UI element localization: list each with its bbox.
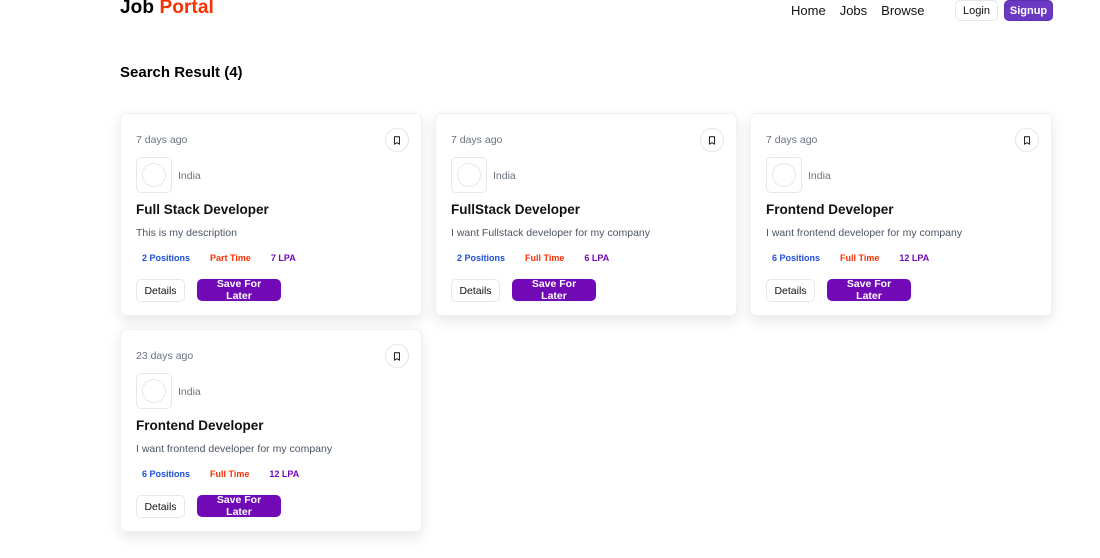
salary-badge: 7 LPA [270,253,296,263]
job-description: I want frontend developer for my company [766,227,963,239]
job-location: India [178,170,201,182]
positions-badge: 6 Positions [772,253,821,263]
company-avatar [142,379,166,403]
company-logo[interactable] [766,157,802,193]
bookmark-icon [1024,135,1030,145]
job-location: India [178,386,201,398]
bookmark-button[interactable] [700,128,724,152]
logo-main: Job [120,0,160,18]
positions-badge: 2 Positions [457,253,506,263]
bookmark-button[interactable] [385,344,409,368]
job-description: I want frontend developer for my company [136,443,333,455]
nav-links: Home Jobs Browse [791,3,925,18]
salary-badge: 6 LPA [584,253,610,263]
page-title: Search Result (4) [120,64,243,81]
job-location: India [493,170,516,182]
job-badges: 2 Positions Part Time 7 LPA [136,253,302,263]
job-description: I want Fullstack developer for my compan… [451,227,650,239]
salary-badge: 12 LPA [899,253,930,263]
positions-badge: 2 Positions [142,253,191,263]
nav-link-jobs[interactable]: Jobs [840,3,867,18]
positions-badge: 6 Positions [142,469,191,479]
save-for-later-button[interactable]: Save For Later [197,278,281,302]
company-logo[interactable] [136,157,172,193]
posted-time: 7 days ago [136,134,188,146]
company-avatar [142,163,166,187]
bookmark-icon [709,135,715,145]
job-card[interactable]: 7 days ago India Frontend Developer I wa… [750,113,1052,316]
bookmark-icon [394,135,400,145]
job-badges: 2 Positions Full Time 6 LPA [451,253,615,263]
bookmark-button[interactable] [1015,128,1039,152]
bookmark-icon [394,351,400,361]
job-badges: 6 Positions Full Time 12 LPA [766,253,935,263]
posted-time: 23 days ago [136,350,194,362]
job-description: This is my description [136,227,237,239]
job-card[interactable]: 7 days ago India Full Stack Developer Th… [120,113,422,316]
logo-accent: Portal [159,0,214,18]
job-card[interactable]: 23 days ago India Frontend Developer I w… [120,329,422,532]
login-button[interactable]: Login [955,0,998,21]
company-avatar [772,163,796,187]
details-button[interactable]: Details [766,279,815,302]
job-type-badge: Full Time [840,253,880,263]
job-title: Frontend Developer [766,202,894,217]
posted-time: 7 days ago [766,134,818,146]
job-title: Full Stack Developer [136,202,269,217]
save-for-later-button[interactable]: Save For Later [512,278,596,302]
details-button[interactable]: Details [451,279,500,302]
job-badges: 6 Positions Full Time 12 LPA [136,469,305,479]
job-title: Frontend Developer [136,418,264,433]
job-type-badge: Part Time [210,253,251,263]
company-avatar [457,163,481,187]
job-type-badge: Full Time [525,253,565,263]
logo[interactable]: Job Portal [120,0,214,19]
salary-badge: 12 LPA [269,469,300,479]
job-location: India [808,170,831,182]
nav-link-browse[interactable]: Browse [881,3,924,18]
posted-time: 7 days ago [451,134,503,146]
company-logo[interactable] [451,157,487,193]
job-card[interactable]: 7 days ago India FullStack Developer I w… [435,113,737,316]
bookmark-button[interactable] [385,128,409,152]
company-logo[interactable] [136,373,172,409]
details-button[interactable]: Details [136,279,185,302]
save-for-later-button[interactable]: Save For Later [827,278,911,302]
save-for-later-button[interactable]: Save For Later [197,494,281,518]
job-title: FullStack Developer [451,202,581,217]
signup-button[interactable]: Signup [1004,0,1053,21]
navbar: Job Portal Home Jobs Browse Login Signup [0,0,1100,24]
job-type-badge: Full Time [210,469,250,479]
details-button[interactable]: Details [136,495,185,518]
nav-link-home[interactable]: Home [791,3,826,18]
